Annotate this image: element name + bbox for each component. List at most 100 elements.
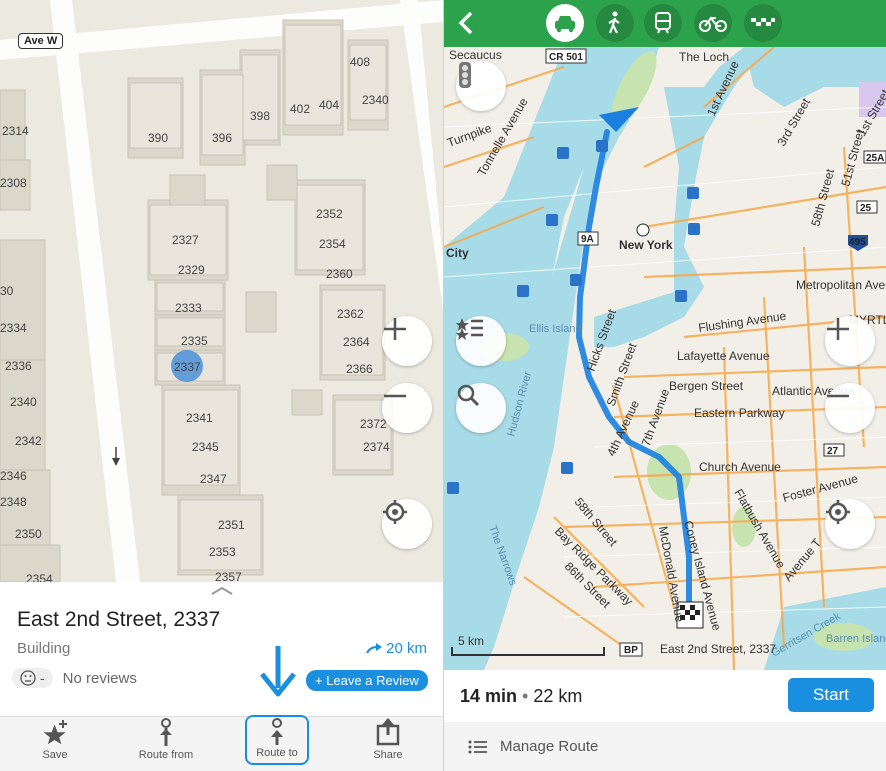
my-location-button[interactable]: [825, 499, 875, 549]
building-label: 2372: [360, 417, 387, 431]
map-label: 27: [827, 446, 839, 457]
manage-route-button[interactable]: Manage Route: [444, 722, 886, 771]
search-icon: [457, 384, 480, 407]
zoom-in-button[interactable]: [825, 316, 875, 366]
place-type: Building: [17, 640, 71, 657]
building-label: 2336: [5, 359, 32, 373]
plus-icon: [827, 318, 849, 340]
zoom-out-button[interactable]: [382, 383, 432, 433]
neutral-face-icon: [20, 670, 36, 686]
building-map[interactable]: 408 2340 402 404 398 390 396 2314 2308 2…: [0, 0, 443, 582]
building-label: 404: [319, 98, 339, 112]
building-label: 2354: [319, 237, 346, 251]
bottom-toolbar: Save Route from Route to Share: [0, 715, 443, 771]
map-label: BP: [624, 645, 638, 656]
building-label: 2347: [200, 472, 227, 486]
mode-taxi[interactable]: [744, 4, 782, 42]
route-distance: 22 km: [533, 686, 583, 706]
building-label: 2314: [2, 124, 29, 138]
building-label: 2341: [186, 411, 213, 425]
map-label: 5 km: [458, 634, 484, 648]
bookmark-list-icon: [456, 318, 483, 340]
building-label: 2357: [215, 570, 242, 582]
route-from-button[interactable]: Route from: [111, 717, 221, 771]
route-from-icon: [160, 718, 172, 746]
building-label: 402: [290, 102, 310, 116]
building-label: 30: [0, 284, 14, 298]
map-label: 58th Street: [808, 167, 837, 228]
selected-building-label: 2337: [174, 360, 201, 374]
building-label: 2334: [0, 321, 27, 335]
search-button[interactable]: [456, 383, 506, 433]
map-label: Avenue T: [781, 535, 825, 584]
transit-icon: [655, 12, 671, 34]
mode-bike[interactable]: [694, 4, 732, 42]
map-label: 7th Avenue: [639, 387, 673, 448]
route-to-icon: [271, 718, 283, 745]
distance-info: 20 km: [366, 640, 427, 657]
building-label: 396: [212, 131, 232, 145]
map-label: Bergen Street: [669, 379, 744, 393]
zoom-out-button[interactable]: [825, 383, 875, 433]
bookmarks-button[interactable]: [456, 316, 506, 366]
building-label: 2362: [337, 307, 364, 321]
map-label: Barren Island: [826, 633, 886, 645]
map-label: Metropolitan Avenue: [796, 278, 886, 292]
rating-badge: -: [12, 668, 53, 688]
map-label: 25A: [866, 153, 884, 164]
taxi-icon: [751, 18, 775, 26]
share-icon: [376, 718, 400, 746]
building-label: 2364: [343, 335, 370, 349]
traffic-light-icon: [459, 62, 471, 88]
walk-icon: [608, 11, 620, 34]
save-button[interactable]: Save: [0, 717, 110, 771]
map-label: City: [446, 246, 469, 260]
map-label: 9A: [581, 234, 594, 245]
reviews-row: - No reviews: [12, 668, 137, 688]
mode-car[interactable]: [546, 4, 584, 42]
map-label: New York: [619, 238, 673, 252]
map-label: Eastern Parkway: [694, 406, 785, 420]
mode-transit[interactable]: [644, 4, 682, 42]
route-from-label: Route from: [138, 749, 194, 761]
place-panel: 408 2340 402 404 398 390 396 2314 2308 2…: [0, 0, 443, 771]
building-label: 2308: [0, 176, 27, 190]
map-label: 4th Avenue: [604, 398, 642, 458]
my-location-button[interactable]: [382, 499, 432, 549]
route-map[interactable]: Secaucus CR 501 The Loch New York City 9…: [444, 47, 886, 670]
map-canvas: 408 2340 402 404 398 390 396 2314 2308 2…: [0, 0, 443, 582]
start-button[interactable]: Start: [788, 678, 874, 712]
building-label: 2340: [362, 93, 389, 107]
bike-icon: [699, 16, 727, 32]
map-label: Smith Street: [604, 341, 640, 408]
map-label: CR 501: [549, 52, 583, 63]
direction-arrow-icon: [366, 642, 383, 653]
locate-icon: [383, 500, 407, 524]
map-label: McDonald Avenue: [656, 525, 687, 623]
map-label: 495: [849, 237, 866, 248]
building-label: 408: [350, 55, 370, 69]
route-to-button[interactable]: Route to: [245, 715, 309, 765]
map-label: Church Avenue: [699, 460, 781, 474]
map-label: Turnpike: [445, 121, 494, 150]
manage-route-label: Manage Route: [500, 738, 599, 755]
chevron-up-icon[interactable]: [210, 586, 234, 596]
back-icon[interactable]: [456, 10, 476, 36]
minus-icon: [384, 394, 406, 398]
share-button[interactable]: Share: [333, 717, 443, 771]
street-label: Ave W: [18, 33, 64, 49]
route-eta: 14 min • 22 km: [460, 686, 583, 706]
distance-value: 20 km: [386, 640, 427, 657]
building-label: 2345: [192, 440, 219, 454]
zoom-in-button[interactable]: [382, 316, 432, 366]
route-to-label: Route to: [256, 747, 298, 759]
share-label: Share: [373, 749, 403, 761]
leave-review-button[interactable]: + Leave a Review: [306, 670, 428, 691]
traffic-button[interactable]: [456, 61, 506, 111]
building-label: 2352: [316, 207, 343, 221]
place-details-sheet: East 2nd Street, 2337 Building 20 km - N…: [0, 582, 443, 717]
map-label: 25: [860, 203, 872, 214]
building-label: 2350: [15, 527, 42, 541]
building-label: 2342: [15, 434, 42, 448]
mode-walk[interactable]: [596, 4, 634, 42]
